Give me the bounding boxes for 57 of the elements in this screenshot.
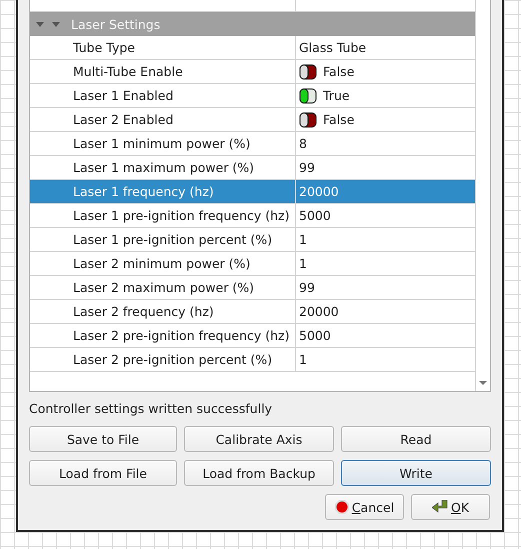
property-row[interactable]: Multi-Tube Enable False — [30, 60, 475, 84]
expand-arrow-icon[interactable] — [52, 20, 60, 28]
property-row[interactable]: Laser 1 pre-ignition percent (%) 1 — [30, 228, 475, 252]
expand-arrow-icon[interactable] — [36, 20, 44, 28]
property-value: 20000 — [299, 184, 339, 199]
property-row[interactable]: Laser 2 pre-ignition frequency (hz) 5000 — [30, 324, 475, 348]
property-name: Laser 2 minimum power (%) — [73, 256, 250, 271]
property-value: 1 — [299, 232, 307, 247]
property-row[interactable]: Laser 2 minimum power (%) 1 — [30, 252, 475, 276]
status-message: Controller settings written successfully — [29, 400, 274, 417]
property-row[interactable]: Laser 2 frequency (hz) 20000 — [30, 300, 475, 324]
action-button[interactable]: Calibrate Axis — [184, 426, 334, 452]
property-row[interactable]: Laser 2 pre-ignition percent (%) 1 — [30, 348, 475, 372]
property-row[interactable]: Laser 1 maximum power (%) 99 — [30, 156, 475, 180]
property-name: Laser 1 minimum power (%) — [73, 136, 250, 151]
property-row[interactable]: Laser 1 minimum power (%) 8 — [30, 132, 475, 156]
action-button[interactable]: Load from Backup — [184, 460, 334, 486]
property-row[interactable]: Laser 1 Enabled True — [30, 84, 475, 108]
property-name: Laser 2 Enabled — [73, 112, 174, 127]
property-name: Laser 1 Enabled — [73, 88, 174, 103]
action-button[interactable]: Save to File — [29, 426, 177, 452]
property-value: 20000 — [299, 304, 339, 319]
return-arrow-icon — [432, 500, 448, 514]
property-row[interactable]: Laser 1 pre-ignition frequency (hz) 5000 — [30, 204, 475, 228]
property-name: Laser 1 pre-ignition percent (%) — [73, 232, 272, 247]
property-value: 5000 — [299, 328, 331, 343]
action-button[interactable]: Load from File — [29, 460, 177, 486]
property-value: False — [323, 112, 354, 127]
scroll-down-icon[interactable] — [479, 381, 487, 386]
ok-button[interactable]: OK — [411, 494, 490, 520]
property-name: Laser 2 maximum power (%) — [73, 280, 254, 295]
property-name: Laser 2 pre-ignition percent (%) — [73, 352, 272, 367]
cancel-button[interactable]: Cancel — [325, 494, 404, 520]
property-value: False — [323, 64, 354, 79]
property-value: 99 — [299, 280, 315, 295]
property-row[interactable]: Laser 1 frequency (hz) 20000 — [30, 180, 475, 204]
property-name: Tube Type — [73, 40, 135, 55]
property-value: True — [323, 88, 350, 103]
property-value: 99 — [299, 160, 315, 175]
property-name: Laser 2 frequency (hz) — [73, 304, 214, 319]
property-name: Laser 1 maximum power (%) — [73, 160, 254, 175]
property-name: Laser 1 pre-ignition frequency (hz) — [73, 208, 290, 223]
property-name: Laser 2 pre-ignition frequency (hz) — [73, 328, 290, 343]
property-name: Laser 1 frequency (hz) — [73, 184, 214, 199]
property-value: 5000 — [299, 208, 331, 223]
property-name: Multi-Tube Enable — [73, 64, 183, 79]
property-value: 1 — [299, 352, 307, 367]
action-button[interactable]: Read — [341, 426, 491, 452]
property-row[interactable]: Tube Type Glass Tube — [30, 36, 475, 60]
property-value: 8 — [299, 136, 307, 151]
stop-icon — [334, 500, 349, 514]
property-value: 1 — [299, 256, 307, 271]
action-button[interactable]: Write — [341, 460, 491, 486]
property-value: Glass Tube — [299, 40, 366, 55]
group-title: Laser Settings — [71, 16, 160, 32]
property-row[interactable]: Laser 2 maximum power (%) 99 — [30, 276, 475, 300]
property-row[interactable]: Laser 2 Enabled False — [30, 108, 475, 132]
